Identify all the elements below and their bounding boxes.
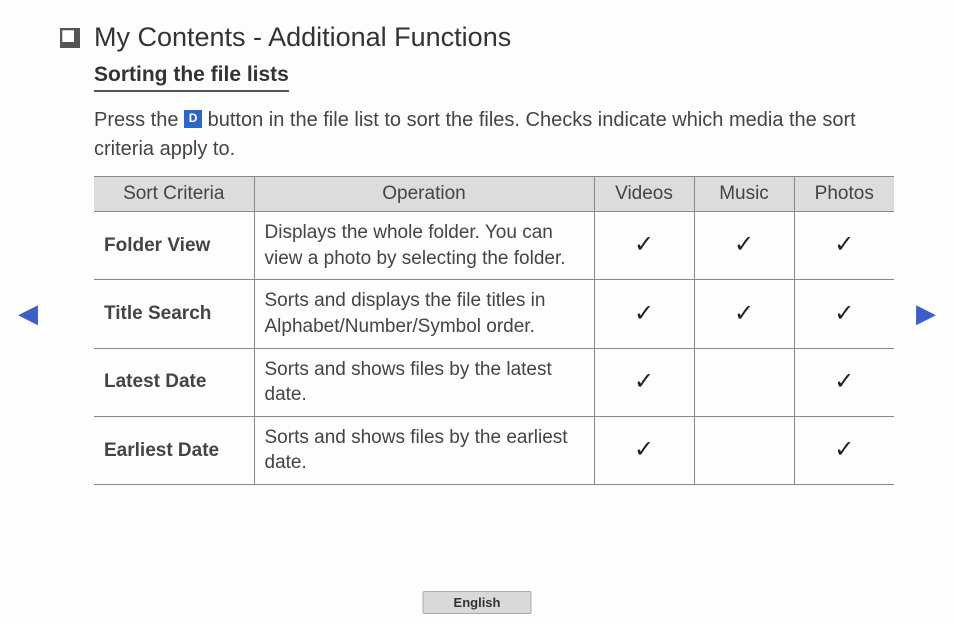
header-operation: Operation [254, 177, 594, 212]
music-cell [694, 416, 794, 484]
criteria-cell: Earliest Date [94, 416, 254, 484]
photos-cell: ✓ [794, 212, 894, 280]
next-page-arrow[interactable]: ▶ [916, 298, 936, 329]
operation-cell: Sorts and shows files by the earliest da… [254, 416, 594, 484]
videos-cell: ✓ [594, 348, 694, 416]
table-row: Title SearchSorts and displays the file … [94, 280, 894, 348]
page-subtitle: Sorting the file lists [94, 63, 289, 92]
sort-criteria-table: Sort Criteria Operation Videos Music Pho… [94, 176, 894, 485]
criteria-cell: Title Search [94, 280, 254, 348]
check-icon: ✓ [834, 368, 854, 395]
page-title: My Contents - Additional Functions [94, 22, 511, 53]
table-header-row: Sort Criteria Operation Videos Music Pho… [94, 177, 894, 212]
check-icon: ✓ [734, 300, 754, 327]
operation-cell: Sorts and shows files by the latest date… [254, 348, 594, 416]
language-badge: English [423, 591, 532, 614]
check-icon: ✓ [634, 231, 654, 258]
photos-cell: ✓ [794, 280, 894, 348]
intro-part1: Press the [94, 109, 184, 131]
check-icon: ✓ [634, 436, 654, 463]
check-icon: ✓ [634, 300, 654, 327]
header-criteria: Sort Criteria [94, 177, 254, 212]
header-photos: Photos [794, 177, 894, 212]
title-row: My Contents - Additional Functions [60, 22, 894, 53]
intro-text: Press the D button in the file list to s… [94, 106, 894, 164]
bullet-square-icon [60, 28, 80, 48]
photos-cell: ✓ [794, 416, 894, 484]
videos-cell: ✓ [594, 212, 694, 280]
criteria-cell: Folder View [94, 212, 254, 280]
d-button-icon: D [184, 110, 202, 128]
intro-part2: button in the file list to sort the file… [94, 109, 856, 160]
prev-page-arrow[interactable]: ◀ [18, 298, 38, 329]
photos-cell: ✓ [794, 348, 894, 416]
check-icon: ✓ [734, 231, 754, 258]
videos-cell: ✓ [594, 280, 694, 348]
criteria-cell: Latest Date [94, 348, 254, 416]
header-videos: Videos [594, 177, 694, 212]
music-cell: ✓ [694, 212, 794, 280]
videos-cell: ✓ [594, 416, 694, 484]
check-icon: ✓ [834, 231, 854, 258]
page-content: My Contents - Additional Functions Sorti… [0, 0, 954, 485]
header-music: Music [694, 177, 794, 212]
music-cell [694, 348, 794, 416]
table-row: Earliest DateSorts and shows files by th… [94, 416, 894, 484]
operation-cell: Displays the whole folder. You can view … [254, 212, 594, 280]
music-cell: ✓ [694, 280, 794, 348]
check-icon: ✓ [834, 300, 854, 327]
table-row: Folder ViewDisplays the whole folder. Yo… [94, 212, 894, 280]
check-icon: ✓ [834, 436, 854, 463]
operation-cell: Sorts and displays the file titles in Al… [254, 280, 594, 348]
check-icon: ✓ [634, 368, 654, 395]
table-row: Latest DateSorts and shows files by the … [94, 348, 894, 416]
